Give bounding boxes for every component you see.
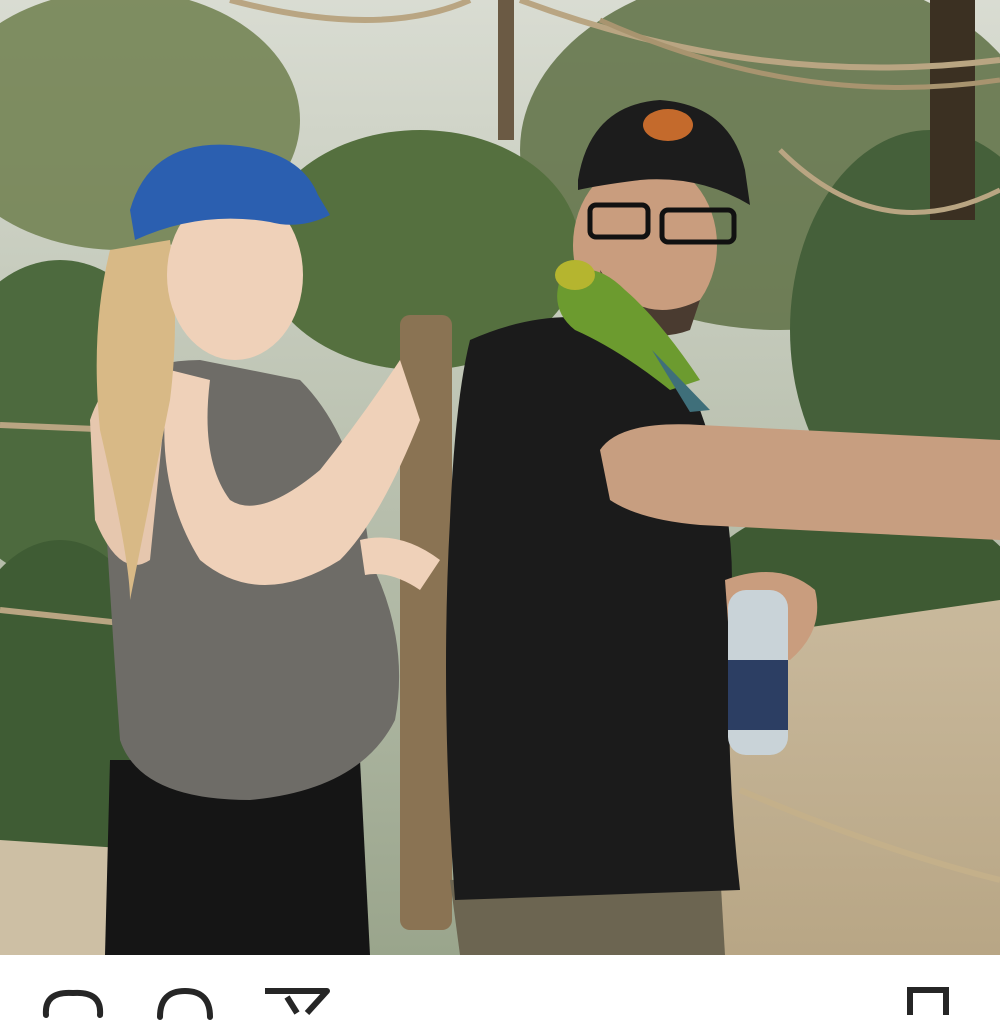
heart-icon[interactable]	[40, 985, 106, 1021]
post-photo[interactable]	[0, 0, 1000, 955]
post-action-bar	[0, 955, 1000, 1020]
send-icon[interactable]	[262, 985, 330, 1015]
bookmark-icon[interactable]	[905, 985, 951, 1015]
comment-icon[interactable]	[155, 985, 215, 1021]
